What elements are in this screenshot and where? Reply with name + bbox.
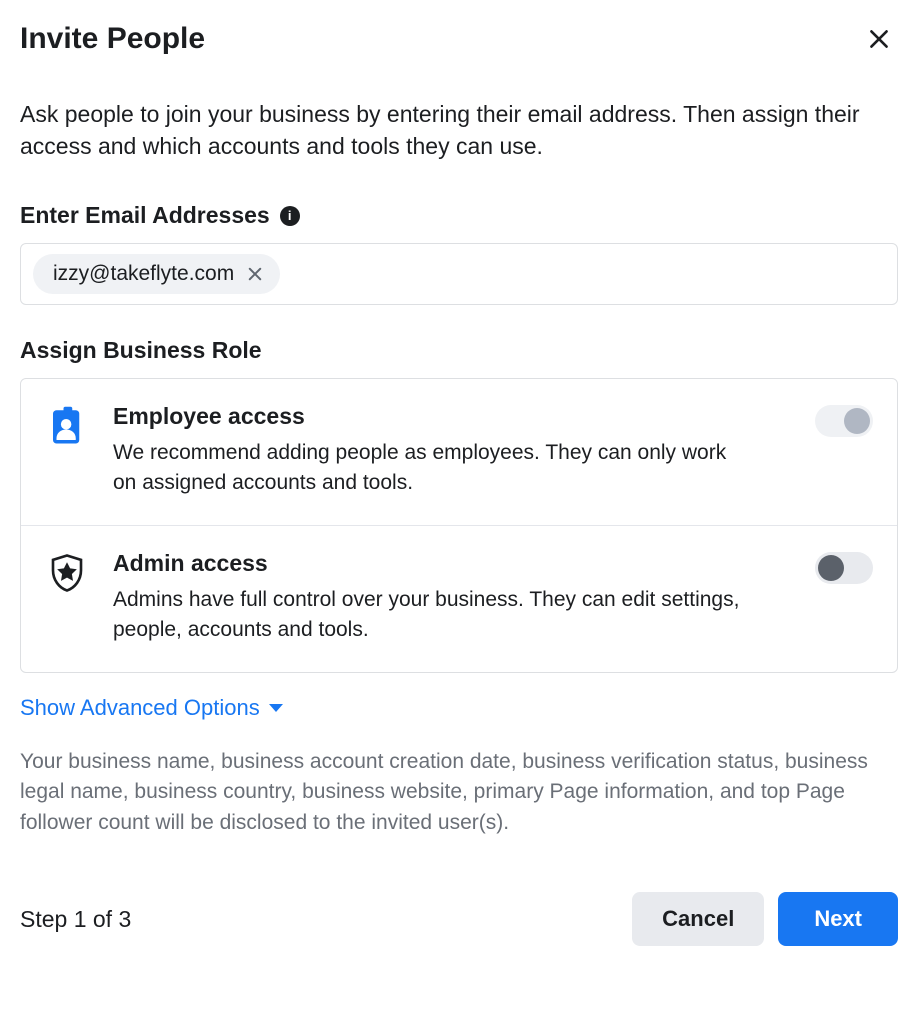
show-advanced-options-link[interactable]: Show Advanced Options (20, 693, 284, 723)
caret-down-icon (268, 702, 284, 714)
dialog-footer: Step 1 of 3 Cancel Next (20, 892, 898, 946)
role-description: Admins have full control over your busin… (113, 585, 753, 644)
next-button[interactable]: Next (778, 892, 898, 946)
employee-access-toggle[interactable] (815, 405, 873, 437)
close-icon (866, 26, 892, 52)
close-button[interactable] (860, 20, 898, 58)
email-label-text: Enter Email Addresses (20, 202, 270, 229)
info-icon[interactable]: i (280, 206, 300, 226)
roles-box: Employee access We recommend adding peop… (20, 378, 898, 673)
role-label-text: Assign Business Role (20, 337, 262, 364)
email-chip-text: izzy@takeflyte.com (53, 262, 234, 286)
email-input[interactable]: izzy@takeflyte.com (20, 243, 898, 305)
remove-email-button[interactable] (244, 263, 266, 285)
email-section-label: Enter Email Addresses i (20, 202, 898, 229)
advanced-link-text: Show Advanced Options (20, 695, 260, 721)
email-chip: izzy@takeflyte.com (33, 254, 280, 294)
role-row-admin: Admin access Admins have full control ov… (21, 525, 897, 672)
shield-star-icon (43, 550, 91, 594)
cancel-button[interactable]: Cancel (632, 892, 764, 946)
role-section-label: Assign Business Role (20, 337, 898, 364)
dialog-title: Invite People (20, 22, 205, 56)
role-row-employee: Employee access We recommend adding peop… (21, 379, 897, 525)
badge-icon (43, 403, 91, 447)
step-indicator: Step 1 of 3 (20, 906, 131, 933)
role-title: Employee access (113, 403, 753, 430)
role-title: Admin access (113, 550, 753, 577)
intro-text: Ask people to join your business by ente… (20, 98, 890, 162)
disclosure-text: Your business name, business account cre… (20, 747, 898, 838)
admin-access-toggle[interactable] (815, 552, 873, 584)
dialog-header: Invite People (20, 20, 898, 58)
close-icon (246, 265, 264, 283)
role-description: We recommend adding people as employees.… (113, 438, 753, 497)
